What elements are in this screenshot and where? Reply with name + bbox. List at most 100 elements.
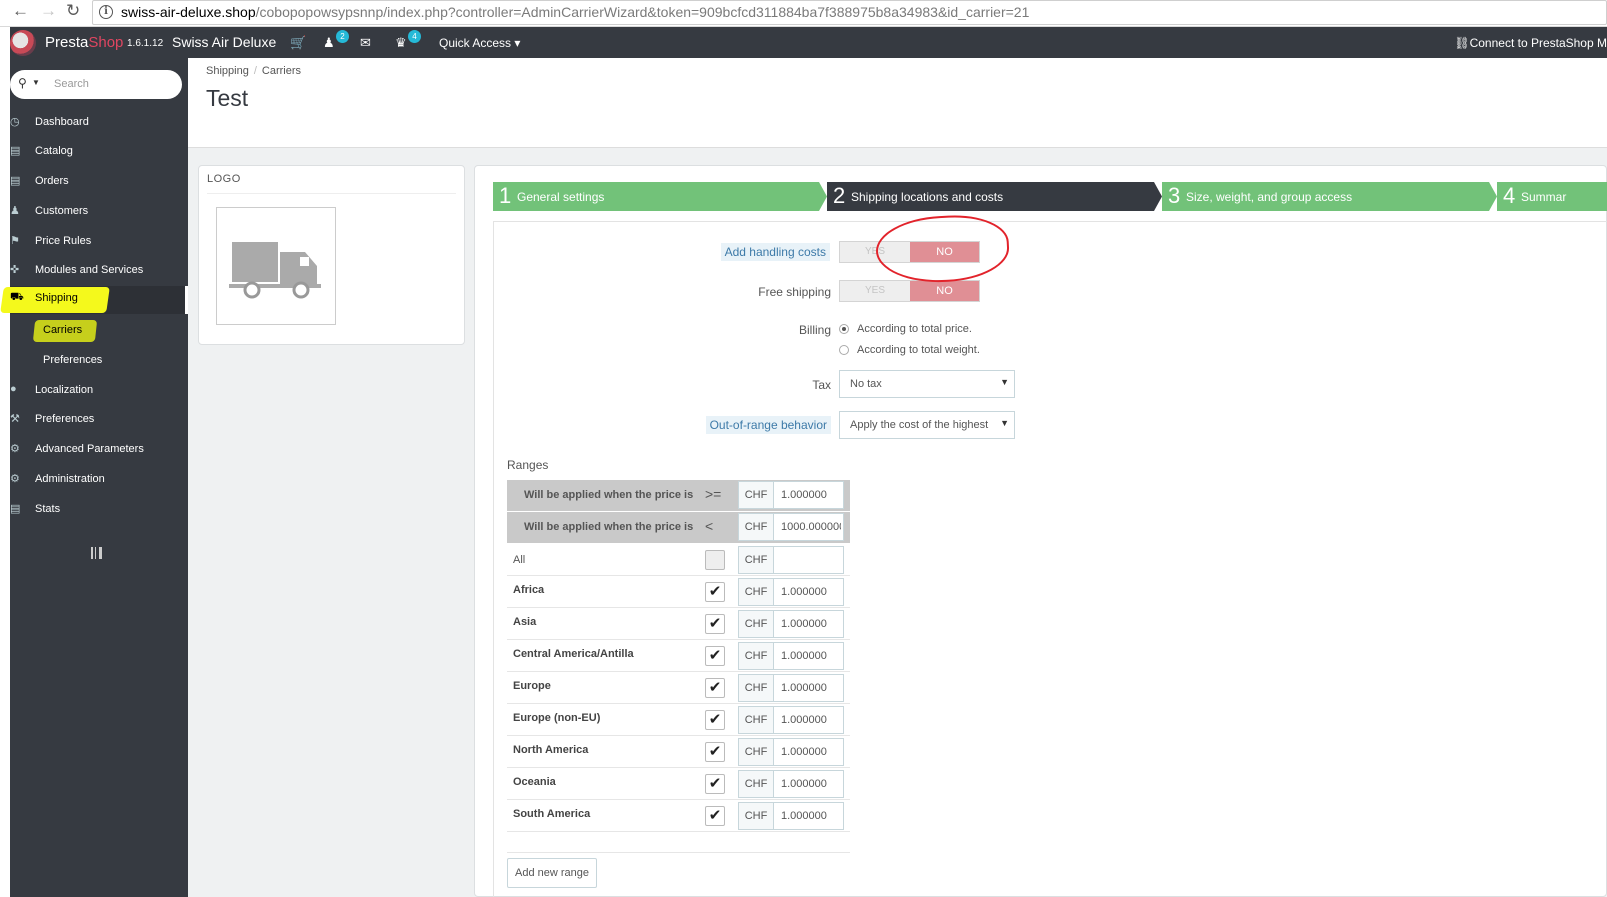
currency-addon: CHF [739,514,774,540]
zone-name: Asia [513,616,537,628]
step-label: General settings [517,190,605,204]
sidebar-item-label: Orders [35,175,69,187]
breadcrumb-carriers[interactable]: Carriers [262,65,301,77]
zone-checkbox[interactable]: ✔ [705,582,725,602]
shop-name-link[interactable]: Swiss Air Deluxe [172,34,276,50]
sidebar-item-modules[interactable]: ✜ Modules and Services [10,258,188,286]
sidebar-item-advanced-parameters[interactable]: ⚙ Advanced Parameters [10,437,188,465]
wizard-step-1[interactable]: 1 General settings [493,182,827,211]
zone-checkbox[interactable]: ✔ [705,710,725,730]
billing-weight-radio[interactable] [839,345,849,355]
zone-fee-input[interactable]: 1.000000 [781,714,841,726]
range-from-label: Will be applied when the price is [524,489,694,501]
zone-fee-input[interactable]: 1.000000 [781,778,841,790]
out-of-range-select[interactable]: Apply the cost of the highest ▼ [839,411,1015,439]
reload-icon[interactable]: ↻ [66,1,80,21]
zone-checkbox[interactable]: ✔ [705,806,725,826]
billing-weight-label[interactable]: According to total weight. [857,344,980,356]
sidebar-item-orders[interactable]: ▤ Orders [10,169,188,197]
wizard-step-4[interactable]: 4 Summar [1497,182,1607,211]
search-input[interactable]: Search [54,78,89,90]
trophy-icon[interactable]: ♛ [395,35,407,51]
add-new-range-button[interactable]: Add new range [507,858,597,888]
sidebar-item-stats[interactable]: ▤ Stats [10,497,188,525]
zone-checkbox[interactable]: ✔ [705,646,725,666]
envelope-icon[interactable]: ✉ [360,35,371,51]
handling-costs-label[interactable]: Add handling costs [720,243,830,261]
free-shipping-label: Free shipping [758,285,831,299]
zone-checkbox[interactable]: ✔ [705,678,725,698]
forward-arrow-icon[interactable]: → [40,1,57,21]
users-icon: ♟ [10,205,20,217]
zone-fee-input-group: CHF 1.000000 [738,706,844,734]
book-icon: ▤ [10,145,21,157]
sidebar-subitem-carriers[interactable]: Carriers [10,317,188,345]
step-label: Summar [1521,190,1567,204]
zone-checkbox[interactable]: ✔ [705,742,725,762]
user-icon[interactable]: ♟ [323,35,335,51]
sidebar-item-administration[interactable]: ⚙ Administration [10,467,188,495]
zone-fee-input[interactable]: 1.000000 [781,618,841,630]
billing-price-label[interactable]: According to total price. [857,323,972,335]
brand-name[interactable]: PrestaShop [45,34,123,51]
breadcrumb-shipping[interactable]: Shipping [206,65,249,77]
tax-select[interactable]: No tax ▼ [839,370,1015,398]
wizard-step-3[interactable]: 3 Size, weight, and group access [1162,182,1497,211]
sidebar-search[interactable]: ⚲ ▼ Search [10,70,182,99]
zone-fee-input[interactable]: 1.000000 [781,650,841,662]
zone-fee-input[interactable]: 1.000000 [781,586,841,598]
sidebar-item-label: Dashboard [35,116,89,128]
bar-chart-icon: ▤ [10,503,21,515]
sidebar-item-catalog[interactable]: ▤ Catalog [10,139,188,167]
sidebar-subitem-preferences[interactable]: Preferences [10,347,188,375]
sidebar-item-label: Stats [35,503,61,515]
zone-fee-input[interactable]: 1.000000 [781,682,841,694]
sidebar-item-localization[interactable]: ● Localization [10,378,188,406]
sidebar-item-label: Customers [35,205,89,217]
zone-row: Central America/Antilla ✔ CHF 1.000000 [507,640,850,672]
connect-prestashop-link[interactable]: ⛓Connect to PrestaShop M [1454,36,1607,50]
zone-row: Asia ✔ CHF 1.000000 [507,608,850,640]
cart-icon[interactable]: 🛒 [290,35,306,51]
billing-price-radio[interactable] [839,324,849,334]
trophy-badge: 4 [408,30,421,43]
step-number: 1 [499,183,512,208]
caret-down-icon: ▼ [1000,377,1009,387]
zone-fee-input[interactable]: 1.000000 [781,810,841,822]
caret-down-icon: ▼ [1000,418,1009,428]
switch-no-option[interactable]: NO [910,281,979,301]
chevron-down-icon[interactable]: ▼ [32,78,40,87]
search-icon[interactable]: ⚲ [18,76,27,90]
breadcrumb: Shipping / Carriers [206,65,302,77]
range-from-input-group: CHF 1.000000 [738,481,844,509]
zone-fee-input-group: CHF 1.000000 [738,610,844,638]
step-label: Shipping locations and costs [851,190,1004,204]
zone-name: Europe (non-EU) [513,712,601,724]
zone-checkbox[interactable]: ✔ [705,774,725,794]
collapse-sidebar-icon[interactable] [91,547,102,559]
sidebar-item-price-rules[interactable]: ⚑ Price Rules [10,229,188,257]
switch-yes-option[interactable]: YES [840,281,910,301]
sidebar-item-dashboard[interactable]: ◷ Dashboard [10,110,188,138]
wizard-step-2[interactable]: 2 Shipping locations and costs [827,182,1162,211]
range-to-input[interactable]: 1000.000000 [781,521,841,533]
sidebar-item-shipping[interactable]: ⛟ Shipping [0,286,188,314]
zone-fee-input[interactable]: 1.000000 [781,746,841,758]
back-arrow-icon[interactable]: ← [12,1,29,21]
sidebar-item-preferences[interactable]: ⚒ Preferences [10,407,188,435]
prestashop-logo[interactable] [10,30,36,56]
zone-name: South America [513,808,591,820]
page-title: Test [206,85,249,111]
sidebar-item-customers[interactable]: ♟ Customers [10,199,188,227]
info-icon[interactable]: i [99,5,113,19]
range-from-input[interactable]: 1.000000 [781,489,841,501]
address-bar[interactable]: i swiss-air-deluxe.shop/cobopopowsypsnnp… [92,0,1607,25]
zone-row: Europe (non-EU) ✔ CHF 1.000000 [507,704,850,736]
truck-icon [229,242,321,299]
quick-access-dropdown[interactable]: Quick Access ▾ [439,36,520,50]
out-of-range-label[interactable]: Out-of-range behavior [705,416,831,434]
free-shipping-switch[interactable]: YES NO [839,280,980,302]
sidebar-item-label: Localization [35,384,94,396]
zone-all-checkbox[interactable] [705,550,725,570]
zone-checkbox[interactable]: ✔ [705,614,725,634]
